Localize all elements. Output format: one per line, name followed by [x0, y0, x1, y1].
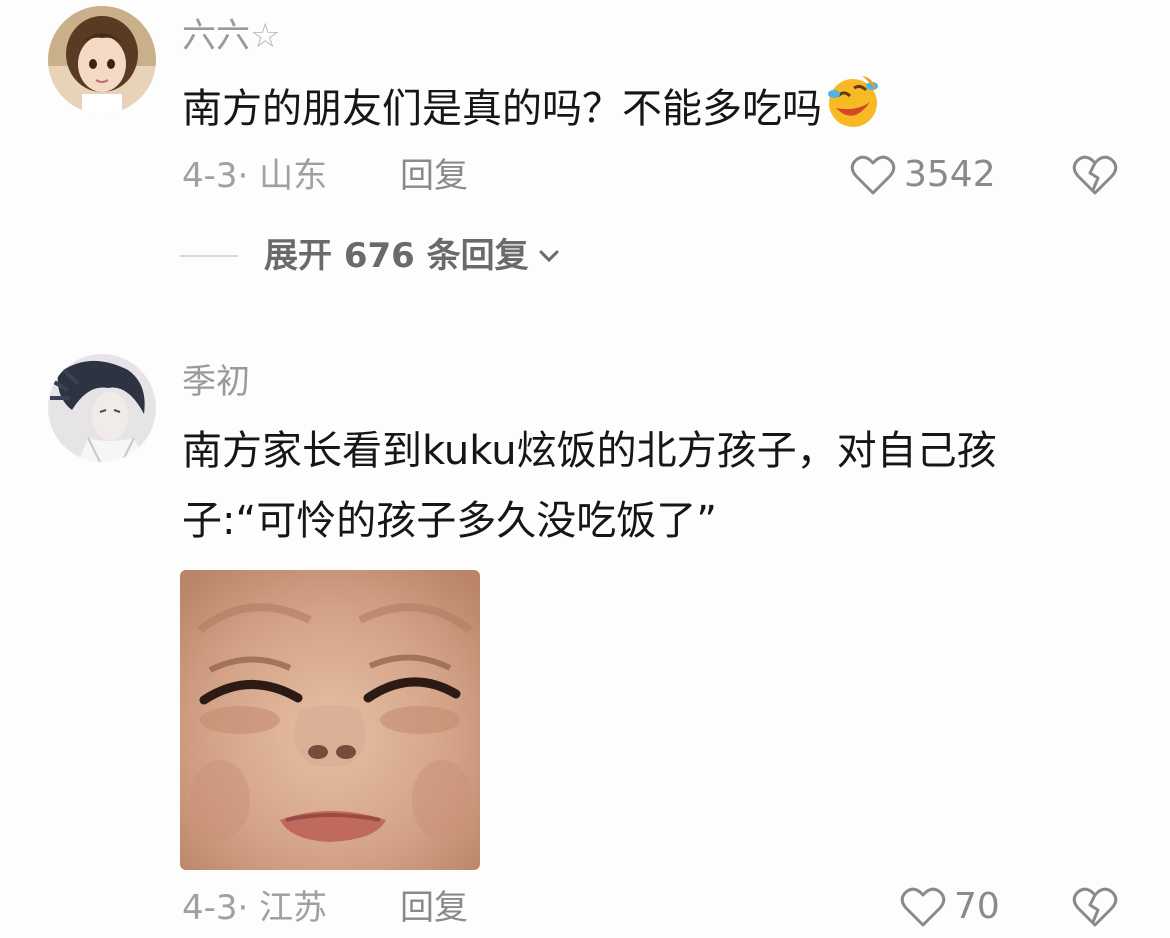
expand-replies-button[interactable]: 展开 676 条回复	[180, 236, 561, 276]
user-avatar-icon	[48, 6, 156, 114]
star-icon: ☆	[250, 16, 281, 56]
avatar[interactable]	[48, 354, 156, 462]
username[interactable]: 六六☆	[182, 16, 280, 56]
comment-text-line: 子:“可怜的孩子多久没吃饭了”	[182, 498, 717, 544]
comment-text-content: 南方的朋友们是真的吗？不能多吃吗	[182, 86, 822, 132]
heart-icon	[900, 887, 946, 927]
rofl-emoji-icon	[824, 72, 882, 150]
divider-line	[180, 255, 238, 257]
broken-heart-icon	[1072, 887, 1118, 927]
like-count: 3542	[904, 154, 996, 195]
comment-text: 南方的朋友们是真的吗？不能多吃吗	[182, 72, 1082, 150]
username[interactable]: 季初	[182, 362, 250, 402]
heart-icon	[850, 155, 896, 195]
user-avatar-icon	[48, 354, 156, 462]
reply-button[interactable]: 回复	[400, 156, 468, 196]
comment-text-line: 南方家长看到kuku炫饭的北方孩子，对自己孩	[182, 428, 997, 474]
username-text: 六六	[182, 16, 250, 56]
chevron-down-icon	[539, 250, 559, 263]
dislike-button[interactable]	[1072, 154, 1118, 200]
comment-meta: 4-3· 山东	[182, 156, 328, 196]
like-button[interactable]: 70	[900, 886, 1000, 928]
like-count: 70	[954, 886, 1000, 927]
comment-meta: 4-3· 江苏	[182, 888, 328, 928]
broken-heart-icon	[1072, 155, 1118, 195]
like-button[interactable]: 3542	[850, 154, 996, 196]
crying-child-meme	[180, 570, 480, 870]
reply-button[interactable]: 回复	[400, 888, 468, 928]
avatar[interactable]	[48, 6, 156, 114]
comment-text: 南方家长看到kuku炫饭的北方孩子，对自己孩 子:“可怜的孩子多久没吃饭了”	[182, 418, 1082, 554]
dislike-button[interactable]	[1072, 886, 1118, 932]
crying-child-meme-image[interactable]	[180, 570, 480, 870]
expand-replies-label: 展开 676 条回复	[264, 236, 529, 276]
